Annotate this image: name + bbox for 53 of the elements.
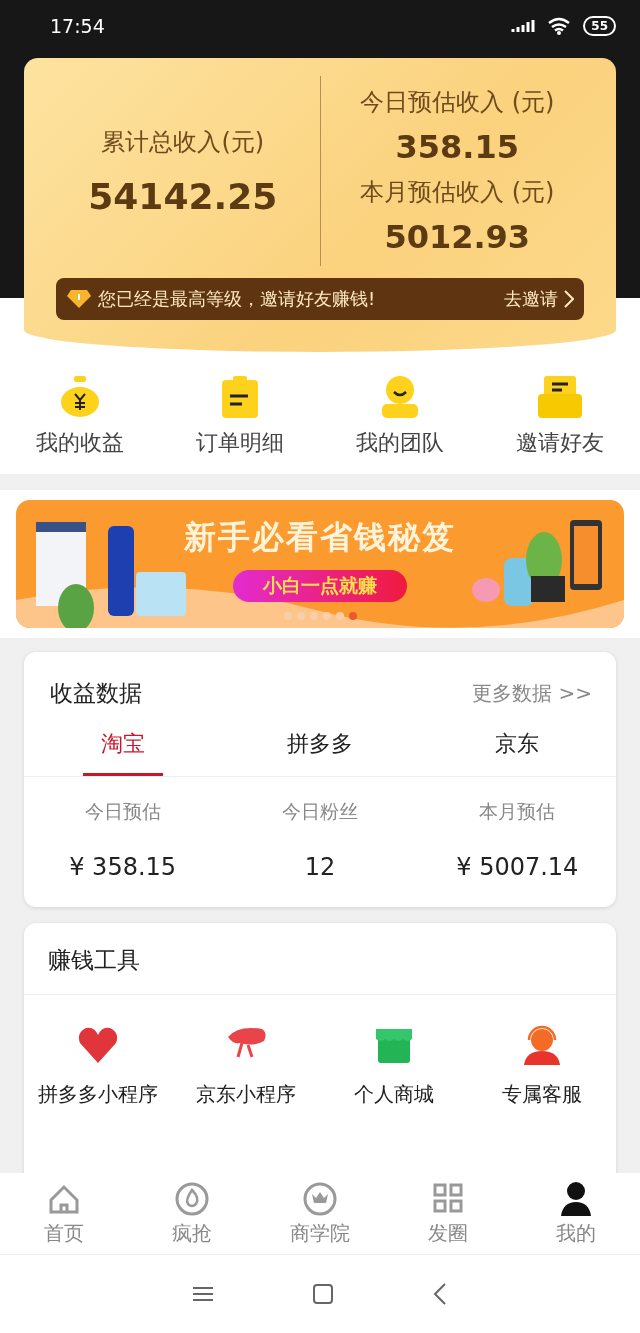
tab-bar-item[interactable]: 首页: [0, 1173, 128, 1254]
person-icon: [558, 1180, 594, 1218]
invite-link[interactable]: 去邀请: [504, 287, 558, 311]
tab-bar-item[interactable]: 我的: [512, 1173, 640, 1254]
tool-label[interactable]: 拼多多小程序: [38, 1081, 158, 1108]
metric-label: 今日粉丝: [282, 799, 358, 824]
status-time: 17:54: [50, 15, 105, 37]
banner-headline: 新手必看省钱秘笈: [184, 517, 456, 558]
card-title: 赚钱工具: [48, 947, 140, 973]
metric-value: ¥ 5007.14: [456, 853, 579, 881]
total-income-value: 54142.25: [88, 175, 278, 217]
platform-tab[interactable]: 淘宝: [82, 717, 163, 776]
shortcut-label[interactable]: 我的收益: [36, 428, 124, 458]
carousel-dot[interactable]: [309, 612, 318, 620]
carousel-dot[interactable]: [322, 612, 331, 620]
total-income-label: 累计总收入(元): [101, 126, 265, 158]
carousel-dot[interactable]: [283, 612, 292, 620]
tab-bar-item[interactable]: 发圈: [384, 1173, 512, 1254]
metric-value: 12: [304, 853, 336, 881]
tool-label[interactable]: 个人商城: [354, 1081, 434, 1108]
home-square-icon[interactable]: [313, 1284, 333, 1304]
shortcut-label[interactable]: 邀请好友: [516, 428, 604, 458]
metric-label: 今日预估: [84, 799, 161, 824]
diamond-icon: [66, 289, 92, 309]
metric-value: ¥ 358.15: [69, 853, 177, 881]
today-income-label: 今日预估收入 (元): [360, 87, 555, 118]
notice-text: 您已经是最高等级，邀请好友赚钱!: [98, 287, 377, 311]
envelope-icon: [538, 374, 582, 420]
tool-label[interactable]: 京东小程序: [196, 1081, 296, 1108]
platform-tab[interactable]: 拼多多: [269, 717, 371, 776]
month-income-label: 本月预估收入 (元): [360, 177, 555, 208]
more-data-link[interactable]: 更多数据 >>: [472, 680, 592, 707]
tab-bar-item[interactable]: 商学院: [256, 1173, 384, 1254]
crown-icon: [302, 1180, 338, 1218]
signal-icon: [511, 18, 536, 34]
menu-icon[interactable]: [193, 1286, 213, 1302]
tab-bar-item[interactable]: 疯抢: [128, 1173, 256, 1254]
metric-label: 本月预估: [479, 799, 556, 824]
back-icon[interactable]: [433, 1283, 447, 1305]
month-income-value: 5012.93: [384, 218, 531, 256]
carousel-dot[interactable]: [335, 612, 344, 620]
shortcut-label[interactable]: 订单明细: [196, 428, 284, 458]
money-bag-icon: [58, 374, 102, 420]
platform-tab[interactable]: 京东: [477, 717, 558, 776]
chevron-icon: [564, 290, 574, 308]
carousel-dot[interactable]: [348, 612, 357, 620]
card-title: 收益数据: [50, 679, 142, 708]
carousel-dot[interactable]: [296, 612, 305, 620]
today-income-value: 358.15: [395, 128, 519, 166]
wifi-icon: [547, 17, 572, 35]
tool-label[interactable]: 专属客服: [502, 1081, 582, 1108]
battery-level: 55: [583, 16, 616, 36]
shortcut-label[interactable]: 我的团队: [356, 428, 444, 458]
